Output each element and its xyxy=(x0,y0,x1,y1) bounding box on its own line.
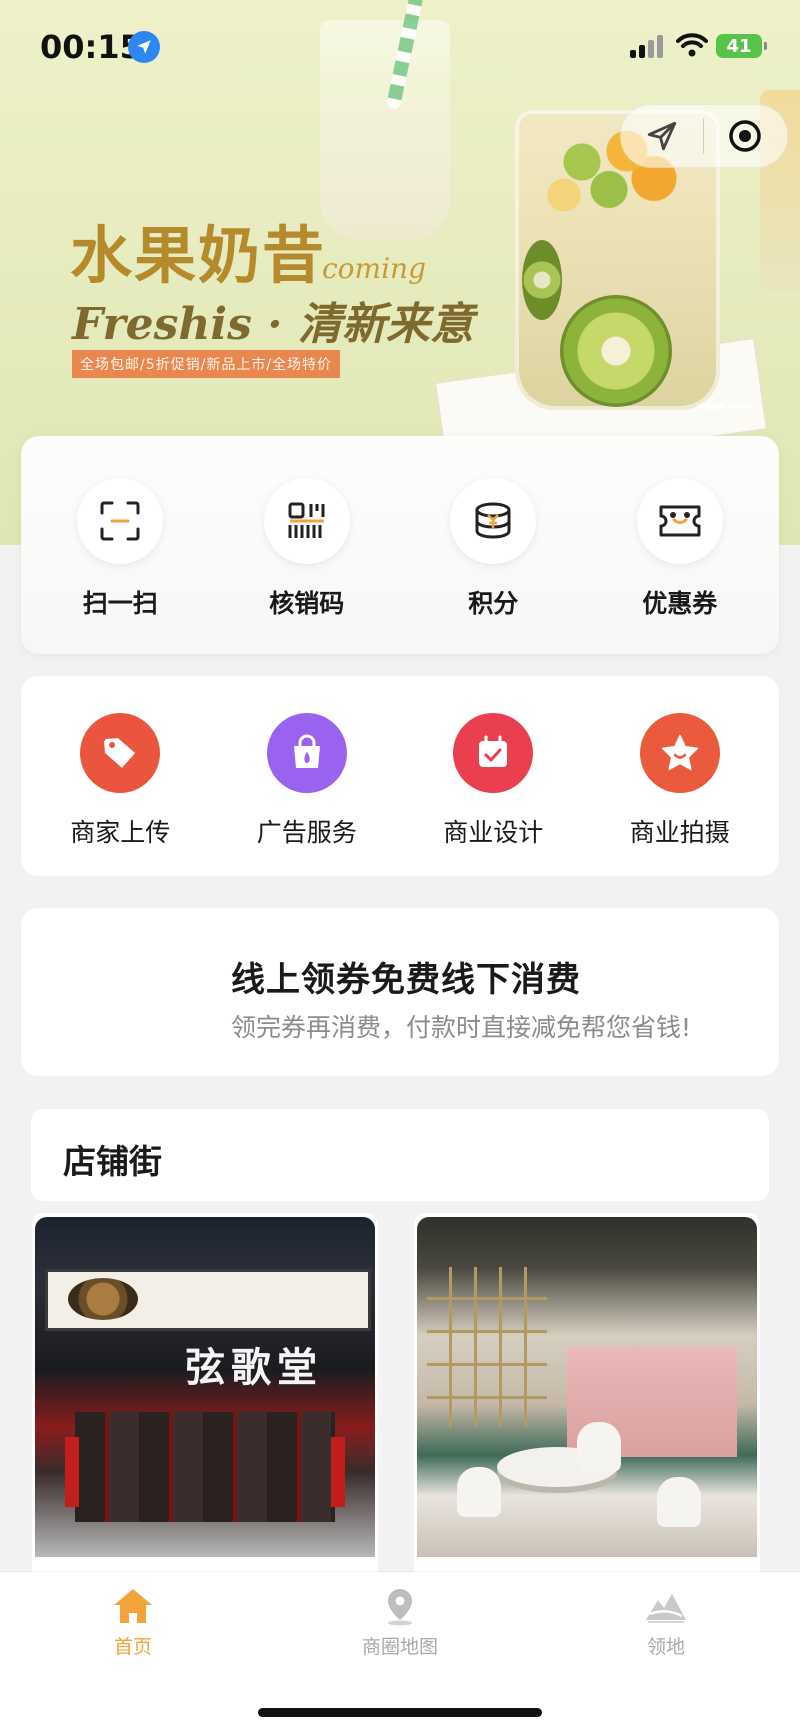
promo-title: 线上领券免费线下消费 xyxy=(231,960,581,1000)
close-miniapp-button[interactable] xyxy=(704,105,786,167)
banner-dot xyxy=(730,404,756,409)
quick-action-points[interactable]: 积分 xyxy=(418,436,568,620)
store-street-header: 店铺街 xyxy=(31,1109,769,1201)
store-shelf xyxy=(427,1267,547,1427)
store-doors xyxy=(75,1412,335,1522)
quick-action-coupon[interactable]: 优惠券 xyxy=(605,436,755,620)
service-advertising[interactable]: 广告服务 xyxy=(227,676,387,849)
quick-action-redeem-code[interactable]: 核销码 xyxy=(232,436,382,620)
banner-kiwi-slice-small xyxy=(522,240,562,320)
red-couplet xyxy=(65,1437,79,1507)
battery-icon: 41 xyxy=(716,34,767,58)
coupon-icon xyxy=(636,478,723,564)
target-circle-icon xyxy=(729,120,761,152)
territory-icon xyxy=(646,1594,686,1623)
coupon-promo-card[interactable]: 线上领券免费线下消费 领完券再消费，付款时直接减免帮您省钱! xyxy=(21,908,779,1076)
banner-coming-text: coming xyxy=(322,252,427,285)
star-icon xyxy=(639,713,720,793)
red-couplet xyxy=(331,1437,345,1507)
scan-icon xyxy=(77,478,164,564)
service-business-photography[interactable]: 商业拍摄 xyxy=(600,676,760,849)
section-title: 店铺街 xyxy=(63,1142,162,1181)
quick-actions-card: 扫一扫 核销码 积分 优惠券 xyxy=(21,436,779,654)
home-icon xyxy=(114,1589,152,1623)
home-indicator xyxy=(258,1708,542,1717)
services-card: 商家上传 广告服务 商业设计 商业拍摄 xyxy=(21,676,779,876)
tab-territory[interactable]: 领地 xyxy=(596,1586,736,1659)
store-chair xyxy=(457,1467,501,1517)
quick-action-label: 核销码 xyxy=(269,589,345,618)
status-time: 00:15 xyxy=(40,28,142,66)
tab-home[interactable]: 首页 xyxy=(63,1586,203,1659)
store-chair xyxy=(657,1477,701,1527)
store-card[interactable]: 弦歌堂 xyxy=(32,1213,378,1593)
promo-subtitle: 领完券再消费，付款时直接减免帮您省钱! xyxy=(231,1013,692,1042)
store-photo xyxy=(417,1217,757,1557)
service-business-design[interactable]: 商业设计 xyxy=(413,676,573,849)
banner-tags: 全场包邮/5折促销/新品上市/全场特价 xyxy=(72,350,341,378)
store-signboard xyxy=(45,1269,371,1331)
service-label: 广告服务 xyxy=(256,818,357,847)
signboard-plate-graphic xyxy=(68,1278,138,1320)
service-merchant-upload[interactable]: 商家上传 xyxy=(40,676,200,849)
banner-subtitle: Freshis · 清新来意 xyxy=(72,299,474,350)
service-label: 商业拍摄 xyxy=(629,818,730,847)
navigation-button[interactable] xyxy=(621,105,703,167)
location-arrow-icon xyxy=(128,31,160,63)
tab-label: 领地 xyxy=(646,1636,685,1658)
banner-title: 水果奶昔 xyxy=(70,219,327,292)
status-bar: 00:15 41 xyxy=(0,0,800,90)
calendar-check-icon xyxy=(453,713,534,793)
redeem-code-icon xyxy=(263,478,350,564)
tab-business-map[interactable]: 商圈地图 xyxy=(330,1586,470,1659)
miniapp-capsule xyxy=(620,104,788,168)
quick-action-scan[interactable]: 扫一扫 xyxy=(45,436,195,620)
wifi-icon xyxy=(676,32,708,62)
service-label: 商业设计 xyxy=(443,818,544,847)
store-photo: 弦歌堂 xyxy=(35,1217,375,1557)
map-pin-icon xyxy=(388,1589,412,1626)
store-card[interactable] xyxy=(414,1213,760,1593)
banner-kiwi-slice xyxy=(560,295,672,407)
cellular-signal-icon xyxy=(630,34,663,58)
bag-icon xyxy=(266,713,347,793)
quick-action-label: 积分 xyxy=(468,589,519,618)
points-icon xyxy=(450,478,537,564)
service-label: 商家上传 xyxy=(70,818,171,847)
tab-label: 首页 xyxy=(113,1636,152,1658)
quick-action-label: 优惠券 xyxy=(642,589,718,618)
store-chair xyxy=(577,1422,621,1472)
banner-dot-active xyxy=(698,404,724,409)
store-sign-text: 弦歌堂 xyxy=(185,1344,323,1391)
navigation-icon xyxy=(647,121,677,151)
quick-action-label: 扫一扫 xyxy=(82,589,158,618)
tag-icon xyxy=(80,713,161,793)
banner-pagination xyxy=(698,404,756,409)
tab-label: 商圈地图 xyxy=(361,1636,438,1658)
